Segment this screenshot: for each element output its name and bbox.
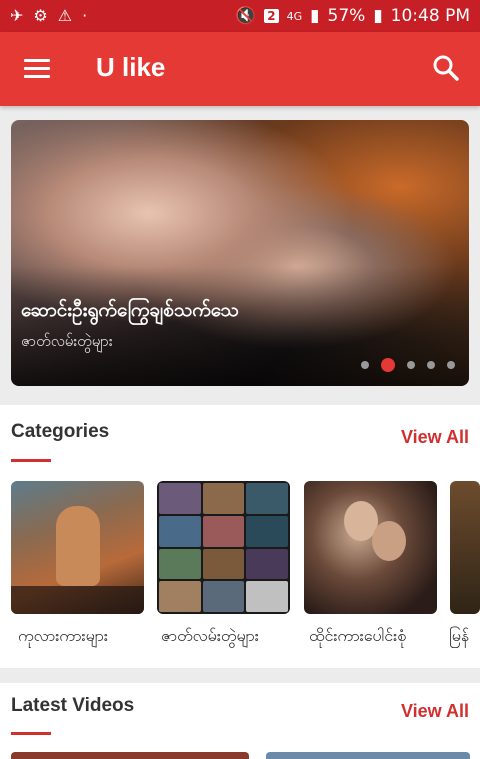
- category-label: ကုလားကားများ: [18, 626, 108, 645]
- clock: 10:48 PM: [390, 6, 470, 26]
- slide-dot[interactable]: [361, 361, 369, 369]
- category-label: ဇာတ်လမ်းတွဲများ: [161, 626, 259, 645]
- network-label: 4G: [286, 9, 303, 23]
- category-card[interactable]: [157, 481, 290, 614]
- categories-title: Categories: [11, 421, 110, 442]
- status-bar: ✈ ⚙ ⚠ · 🔇 2 4G ▮ 57% ▮ 10:48 PM: [0, 0, 480, 32]
- notification-icon: ✈: [10, 6, 24, 25]
- dot-icon: ·: [82, 6, 88, 25]
- sim-badge: 2: [264, 9, 279, 23]
- category-card[interactable]: [450, 481, 480, 614]
- banner-title: ဆောင်းဦးရွက်ကြွေချစ်သက်သေ: [21, 299, 239, 321]
- featured-banner[interactable]: ဆောင်းဦးရွက်ကြွေချစ်သက်သေ ဇာတ်လမ်းတွဲမျာ…: [11, 120, 469, 386]
- video-card[interactable]: [266, 752, 470, 759]
- latest-videos-section: Latest Videos View All: [0, 683, 480, 759]
- category-label: မြန်: [449, 626, 470, 645]
- slide-dot-active[interactable]: [381, 358, 395, 372]
- slide-indicator: [361, 358, 455, 372]
- slide-dot[interactable]: [407, 361, 415, 369]
- app-bar: U like: [0, 32, 480, 106]
- search-icon[interactable]: [432, 54, 460, 82]
- menu-icon[interactable]: [24, 59, 50, 79]
- settings-notification-icon: ⚙: [33, 6, 48, 25]
- category-card[interactable]: [11, 481, 144, 614]
- battery-icon: ▮: [373, 6, 383, 26]
- warning-icon: ⚠: [57, 6, 73, 25]
- battery-percent: 57%: [327, 6, 366, 26]
- latest-videos-title: Latest Videos: [11, 695, 135, 716]
- mute-icon: 🔇: [235, 6, 257, 26]
- latest-videos-view-all-button[interactable]: View All: [401, 701, 469, 722]
- category-label: ထိုင်းကားပေါင်းစုံ: [309, 626, 407, 645]
- signal-icon: ▮: [310, 6, 320, 26]
- categories-view-all-button[interactable]: View All: [401, 427, 469, 448]
- slide-dot[interactable]: [447, 361, 455, 369]
- banner-subtitle: ဇာတ်လမ်းတွဲများ: [21, 332, 113, 350]
- video-card[interactable]: [11, 752, 249, 759]
- section-underline: [11, 732, 51, 735]
- section-underline: [11, 459, 51, 462]
- category-card[interactable]: [304, 481, 437, 614]
- app-title: U like: [96, 52, 166, 82]
- slide-dot[interactable]: [427, 361, 435, 369]
